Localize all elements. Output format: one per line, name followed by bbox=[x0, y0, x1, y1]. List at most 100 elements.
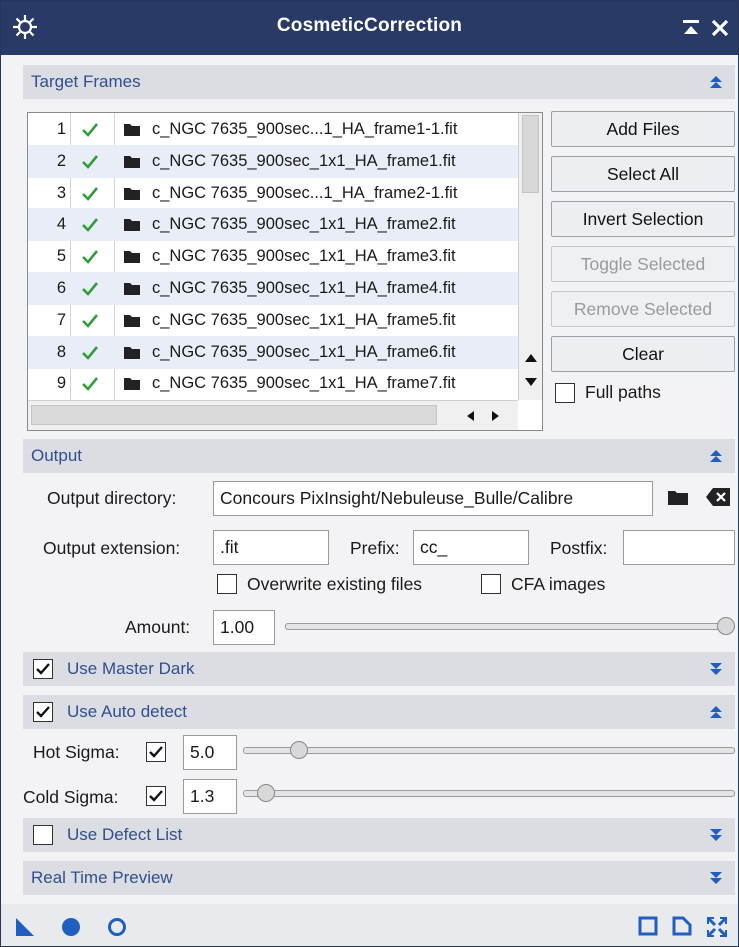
output-directory-label: Output directory: bbox=[47, 488, 177, 508]
reset-icon[interactable] bbox=[705, 915, 729, 939]
expand-down-icon[interactable] bbox=[707, 826, 725, 844]
overwrite-label: Overwrite existing files bbox=[247, 574, 423, 594]
shade-icon[interactable] bbox=[681, 18, 701, 38]
new-instance-icon[interactable] bbox=[13, 915, 37, 939]
file-icon bbox=[124, 346, 140, 359]
close-icon[interactable] bbox=[709, 17, 731, 39]
file-row[interactable]: 8 c_NGC 7635_900sec_1x1_HA_frame6.fit bbox=[28, 335, 518, 369]
track-view-icon[interactable] bbox=[671, 915, 693, 937]
postfix-field[interactable] bbox=[623, 530, 735, 565]
enabled-check-icon[interactable] bbox=[80, 184, 100, 204]
file-row[interactable]: 9 c_NGC 7635_900sec_1x1_HA_frame7.fit bbox=[28, 367, 518, 400]
enabled-check-icon[interactable] bbox=[80, 279, 100, 299]
scroll-thumb[interactable] bbox=[522, 115, 539, 193]
collapse-up-icon[interactable] bbox=[707, 73, 725, 91]
section-output[interactable]: Output bbox=[23, 439, 735, 473]
hot-sigma-slider-handle[interactable] bbox=[290, 741, 309, 759]
browse-documentation-icon[interactable] bbox=[637, 915, 659, 937]
enabled-check-icon[interactable] bbox=[80, 311, 100, 331]
collapse-up-icon[interactable] bbox=[707, 447, 725, 465]
folder-icon[interactable] bbox=[667, 488, 689, 506]
vertical-scrollbar[interactable] bbox=[518, 113, 542, 400]
prefix-label: Prefix: bbox=[350, 538, 400, 558]
toggle-selected-button[interactable]: Toggle Selected bbox=[551, 246, 735, 282]
cold-sigma-field[interactable]: 1.3 bbox=[183, 779, 237, 814]
file-icon bbox=[124, 219, 140, 232]
overwrite-checkbox[interactable] bbox=[217, 574, 237, 594]
hot-sigma-checkbox[interactable] bbox=[146, 742, 166, 762]
expand-down-icon[interactable] bbox=[707, 660, 725, 678]
file-row[interactable]: 6 c_NGC 7635_900sec_1x1_HA_frame4.fit bbox=[28, 272, 518, 305]
hot-sigma-slider[interactable] bbox=[243, 747, 735, 754]
section-title: Use Master Dark bbox=[67, 659, 195, 678]
scroll-left-icon[interactable] bbox=[464, 409, 478, 423]
file-row[interactable]: 7 c_NGC 7635_900sec_1x1_HA_frame5.fit bbox=[28, 304, 518, 337]
amount-field[interactable]: 1.00 bbox=[213, 610, 275, 645]
amount-slider[interactable] bbox=[285, 623, 735, 630]
cold-sigma-slider[interactable] bbox=[243, 790, 735, 797]
defect-list-checkbox[interactable] bbox=[33, 825, 53, 845]
file-name: c_NGC 7635_900sec_1x1_HA_frame6.fit bbox=[152, 342, 456, 361]
hot-sigma-field[interactable]: 5.0 bbox=[183, 735, 237, 770]
enabled-check-icon[interactable] bbox=[80, 247, 100, 267]
prefix-field[interactable]: cc_ bbox=[413, 530, 529, 565]
full-paths-checkbox[interactable] bbox=[555, 383, 575, 403]
output-extension-label: Output extension: bbox=[43, 538, 181, 558]
section-auto-detect[interactable]: Use Auto detect bbox=[23, 695, 735, 729]
apply-global-icon[interactable] bbox=[59, 915, 83, 939]
enabled-check-icon[interactable] bbox=[80, 120, 100, 140]
file-row[interactable]: 4 c_NGC 7635_900sec_1x1_HA_frame2.fit bbox=[28, 208, 518, 242]
scroll-right-icon[interactable] bbox=[488, 409, 502, 423]
clear-button[interactable]: Clear bbox=[551, 336, 735, 372]
section-title: Real Time Preview bbox=[31, 868, 173, 887]
auto-detect-checkbox[interactable] bbox=[33, 702, 53, 722]
scroll-thumb[interactable] bbox=[31, 405, 437, 425]
file-icon bbox=[124, 378, 140, 391]
checkmark-icon bbox=[149, 746, 163, 758]
cold-sigma-checkbox[interactable] bbox=[146, 786, 166, 806]
output-extension-field[interactable]: .fit bbox=[213, 530, 329, 565]
enabled-check-icon[interactable] bbox=[80, 374, 100, 394]
section-defect-list[interactable]: Use Defect List bbox=[23, 818, 735, 852]
remove-selected-button[interactable]: Remove Selected bbox=[551, 291, 735, 327]
scroll-down-icon[interactable] bbox=[523, 375, 539, 389]
file-row[interactable]: 1 c_NGC 7635_900sec...1_HA_frame1-1.fit bbox=[28, 113, 518, 146]
amount-slider-handle[interactable] bbox=[717, 617, 735, 635]
apply-icon[interactable] bbox=[105, 915, 129, 939]
row-number: 2 bbox=[56, 151, 66, 170]
amount-label: Amount: bbox=[125, 617, 191, 637]
select-all-button[interactable]: Select All bbox=[551, 156, 735, 192]
file-icon bbox=[124, 314, 140, 327]
file-row[interactable]: 2 c_NGC 7635_900sec_1x1_HA_frame1.fit bbox=[28, 144, 518, 178]
output-directory-field[interactable]: Concours PixInsight/Nebuleuse_Bulle/Cali… bbox=[213, 481, 653, 516]
cosmetic-correction-window: CosmeticCorrection Target Frames 1 c_NGC … bbox=[0, 0, 739, 947]
row-number: 3 bbox=[56, 183, 66, 202]
file-row[interactable]: 3 c_NGC 7635_900sec...1_HA_frame2-1.fit bbox=[28, 177, 518, 210]
horizontal-scrollbar[interactable] bbox=[28, 400, 518, 430]
file-icon bbox=[124, 124, 140, 136]
clear-field-icon[interactable] bbox=[705, 487, 731, 507]
section-real-time-preview[interactable]: Real Time Preview bbox=[23, 861, 735, 895]
expand-down-icon[interactable] bbox=[707, 869, 725, 887]
enabled-check-icon[interactable] bbox=[80, 343, 100, 363]
section-target-frames[interactable]: Target Frames bbox=[23, 65, 735, 99]
postfix-label: Postfix: bbox=[550, 538, 608, 558]
add-files-button[interactable]: Add Files bbox=[551, 111, 735, 147]
section-title: Target Frames bbox=[31, 72, 141, 91]
file-row[interactable]: 5 c_NGC 7635_900sec_1x1_HA_frame3.fit bbox=[28, 240, 518, 273]
title-bar: CosmeticCorrection bbox=[1, 1, 738, 55]
master-dark-checkbox[interactable] bbox=[33, 659, 53, 679]
invert-selection-button[interactable]: Invert Selection bbox=[551, 201, 735, 237]
checkmark-icon bbox=[36, 663, 50, 675]
enabled-check-icon[interactable] bbox=[80, 152, 100, 172]
collapse-up-icon[interactable] bbox=[707, 703, 725, 721]
enabled-check-icon[interactable] bbox=[80, 215, 100, 235]
scroll-up-icon[interactable] bbox=[523, 351, 539, 365]
file-icon bbox=[124, 251, 140, 264]
cfa-images-checkbox[interactable] bbox=[481, 574, 501, 594]
cfa-images-label: CFA images bbox=[511, 574, 606, 594]
cold-sigma-slider-handle[interactable] bbox=[257, 784, 276, 802]
target-frames-list[interactable]: 1 c_NGC 7635_900sec...1_HA_frame1-1.fit 2 c… bbox=[27, 112, 543, 431]
file-name: c_NGC 7635_900sec...1_HA_frame1-1.fit bbox=[152, 120, 458, 138]
section-master-dark[interactable]: Use Master Dark bbox=[23, 652, 735, 686]
